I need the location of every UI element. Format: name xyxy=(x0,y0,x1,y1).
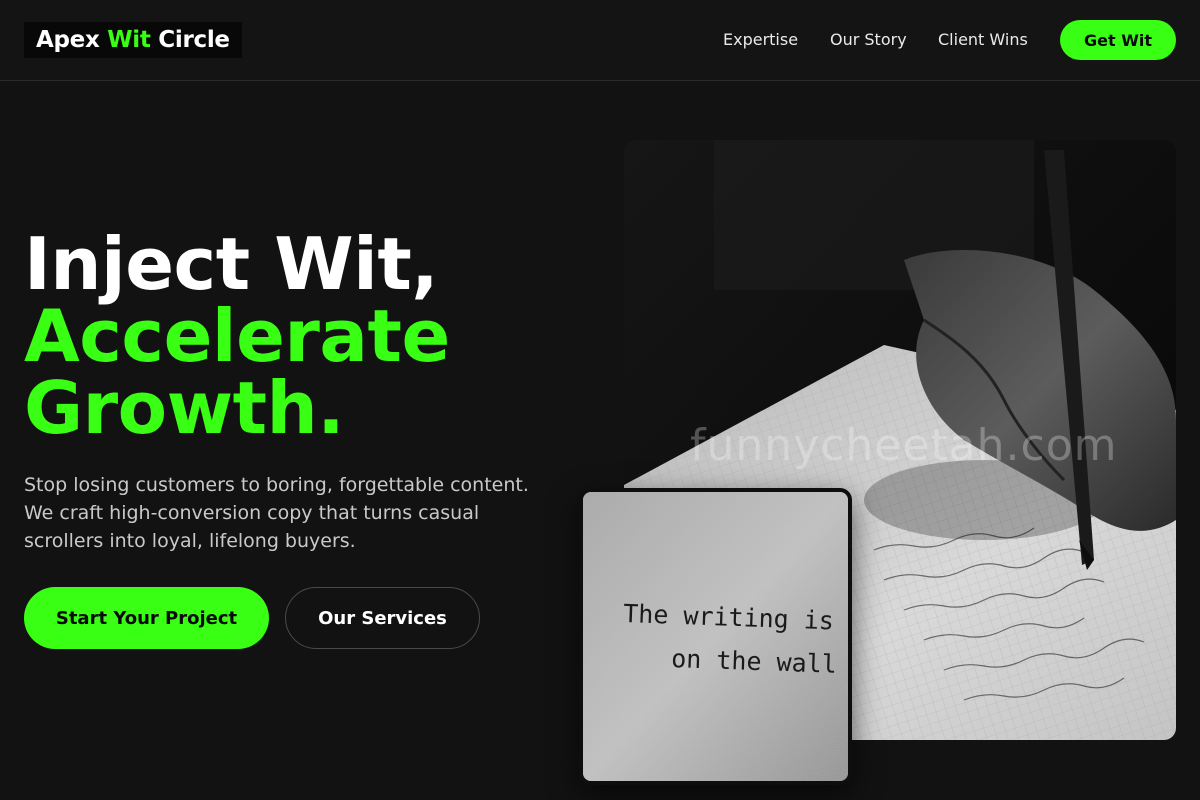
hero-subtitle: Stop losing customers to boring, forgett… xyxy=(24,474,529,552)
hero-title-line1: Inject Wit, xyxy=(24,222,439,306)
brand-logo[interactable]: Apex Wit Circle xyxy=(24,22,242,58)
brand-name-part3: Circle xyxy=(158,27,230,53)
hero-title: Inject Wit, Accelerate Growth. xyxy=(24,228,450,444)
watermark-text: funnycheetah.com xyxy=(690,420,1118,471)
brand-name-part1: Apex xyxy=(36,27,100,53)
hero-title-line3: Growth. xyxy=(24,366,345,450)
wall-text-line2: on the wall xyxy=(671,644,837,679)
get-wit-button[interactable]: Get Wit xyxy=(1060,20,1176,60)
nav-link-our-story[interactable]: Our Story xyxy=(830,30,907,49)
start-project-button[interactable]: Start Your Project xyxy=(24,587,269,649)
brand-name-accent: Wit xyxy=(107,27,151,53)
nav-link-expertise[interactable]: Expertise xyxy=(723,30,798,49)
nav-link-client-wins[interactable]: Client Wins xyxy=(938,30,1028,49)
hero-title-line2: Accelerate xyxy=(24,294,450,378)
site-header: Apex Wit Circle Expertise Our Story Clie… xyxy=(0,0,1200,81)
our-services-button[interactable]: Our Services xyxy=(285,587,480,649)
hero-secondary-image: The writing is on the wall xyxy=(579,488,852,785)
